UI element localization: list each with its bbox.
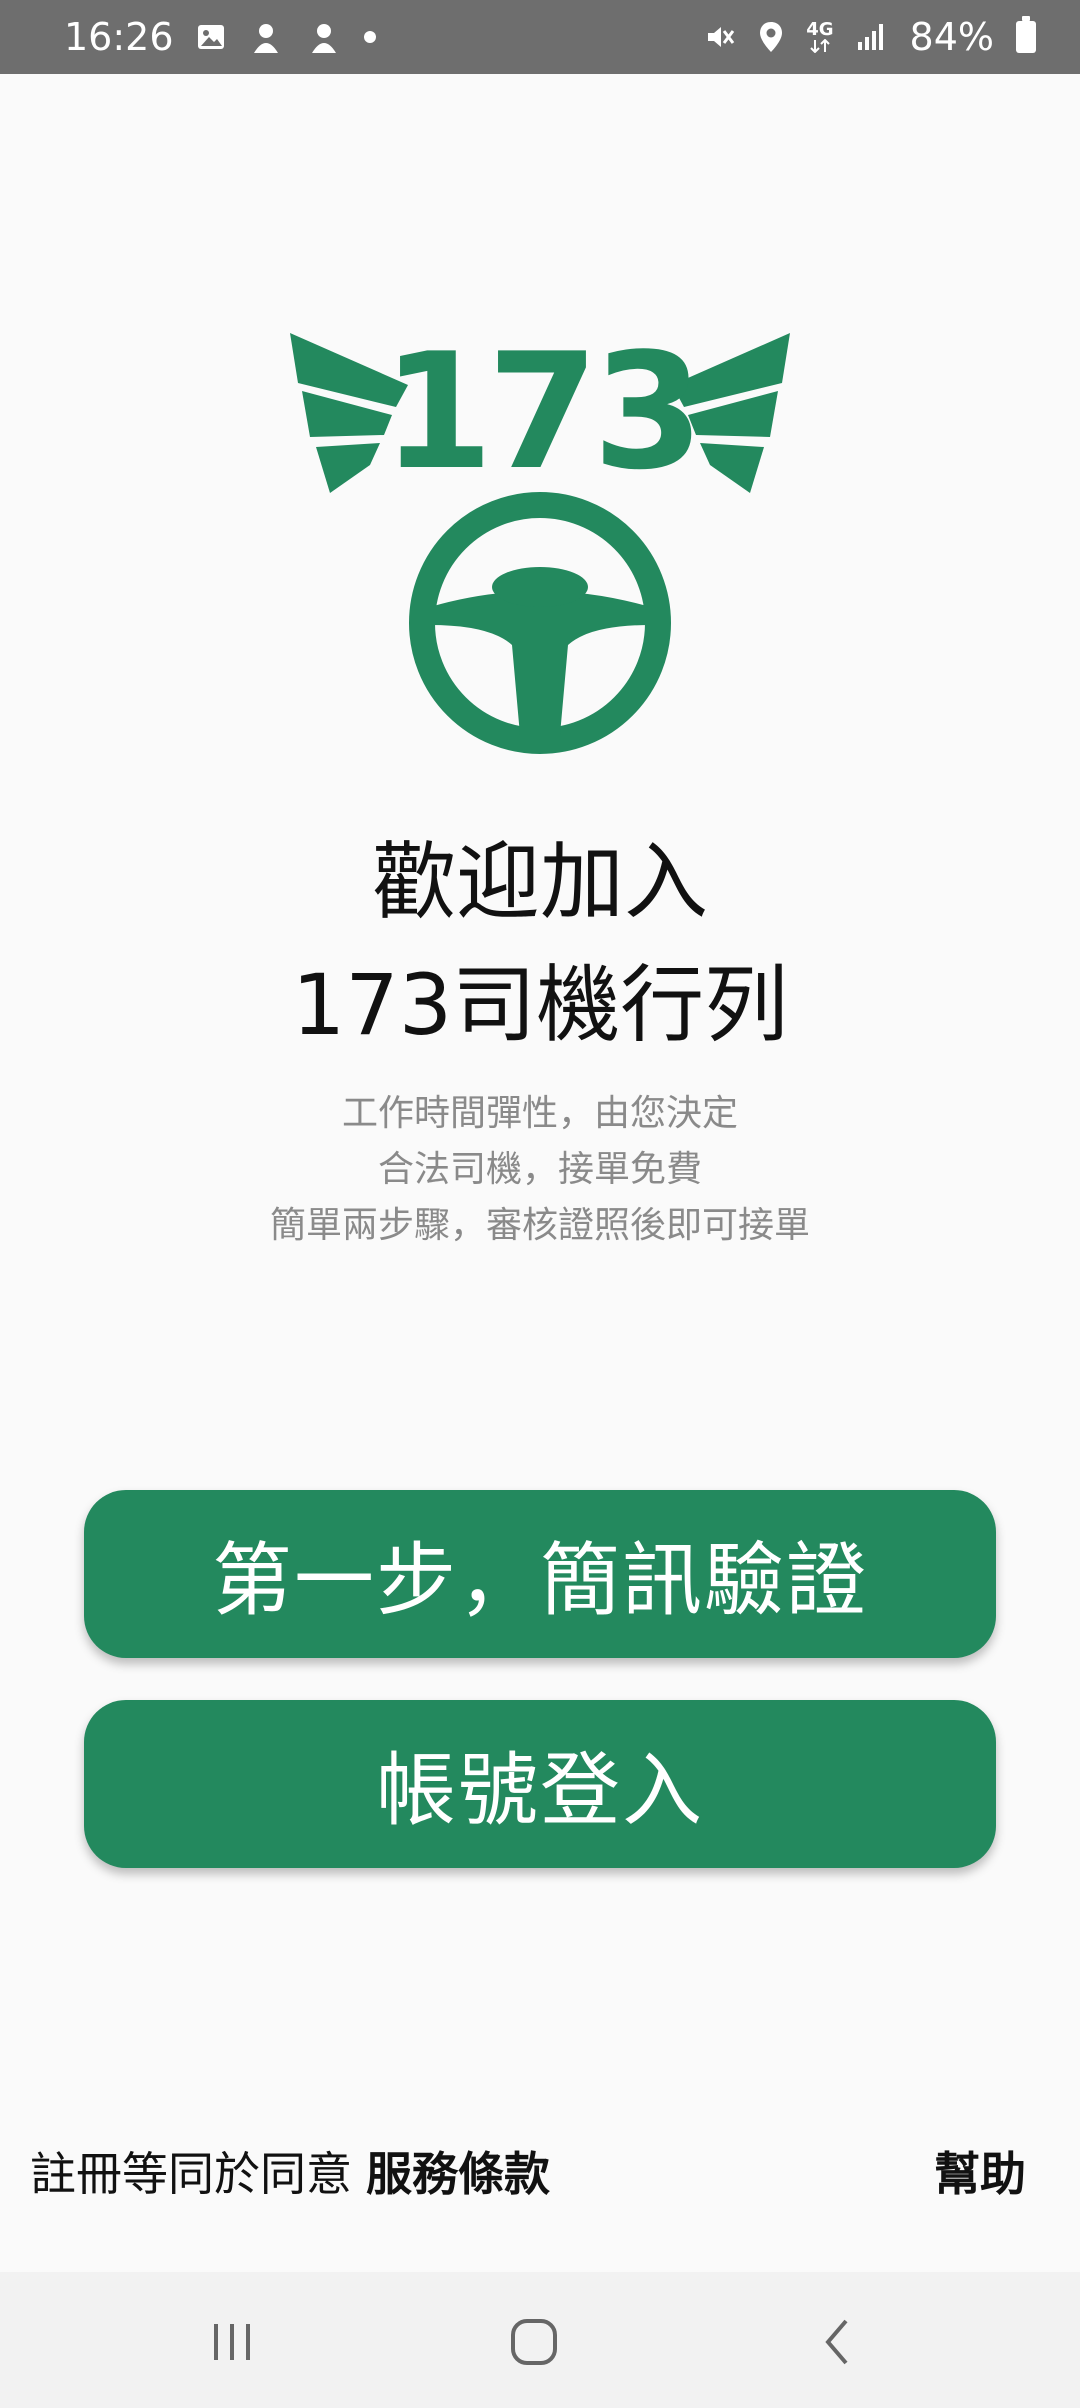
account-login-button[interactable]: 帳號登入: [84, 1700, 996, 1868]
status-right: 4G 84%: [704, 15, 1036, 59]
battery-percent: 84%: [909, 15, 994, 59]
sms-verify-button[interactable]: 第一步，簡訊驗證: [84, 1490, 996, 1658]
terms-prefix: 註冊等同於同意: [30, 2147, 352, 2201]
system-nav-bar: [0, 2272, 1080, 2408]
welcome-title: 歡迎加入: [371, 833, 708, 931]
battery-icon: [1016, 16, 1036, 53]
terms-notice: 註冊等同於同意 服務條款: [30, 2138, 550, 2204]
image-icon: [196, 22, 226, 52]
back-button[interactable]: [788, 2312, 888, 2372]
logo-text: 173: [382, 325, 698, 505]
help-link[interactable]: 幫助: [934, 2138, 1026, 2204]
network-label: 4G: [806, 19, 834, 40]
status-time: 16:26: [64, 15, 174, 59]
dot-icon: [363, 31, 376, 43]
welcome-subtitle: 173司機行列: [291, 956, 789, 1054]
signal-icon: [856, 22, 888, 52]
home-button[interactable]: [484, 2312, 584, 2372]
status-left: 16:26: [64, 15, 376, 59]
network-4g-icon: 4G: [806, 19, 834, 53]
status-bar: 16:26 4G 84%: [0, 0, 1080, 74]
steering-wheel-icon: [409, 492, 671, 754]
description-line: 工作時間彈性，由您決定: [341, 1093, 738, 1134]
recent-apps-icon: [214, 2324, 250, 2360]
home-icon: [511, 2319, 557, 2365]
app-notification-icon: [248, 19, 284, 55]
description-line: 簡單兩步驟，審核證照後即可接單: [269, 1205, 810, 1246]
terms-link[interactable]: 服務條款: [366, 2147, 550, 2201]
app-logo: 173: [290, 325, 790, 754]
description-line: 合法司機，接單免費: [377, 1149, 702, 1190]
mute-icon: [704, 21, 736, 53]
location-icon: [758, 20, 784, 54]
app-notification-icon: [306, 19, 342, 55]
back-icon: [825, 2319, 848, 2365]
recent-apps-button[interactable]: [182, 2312, 282, 2372]
